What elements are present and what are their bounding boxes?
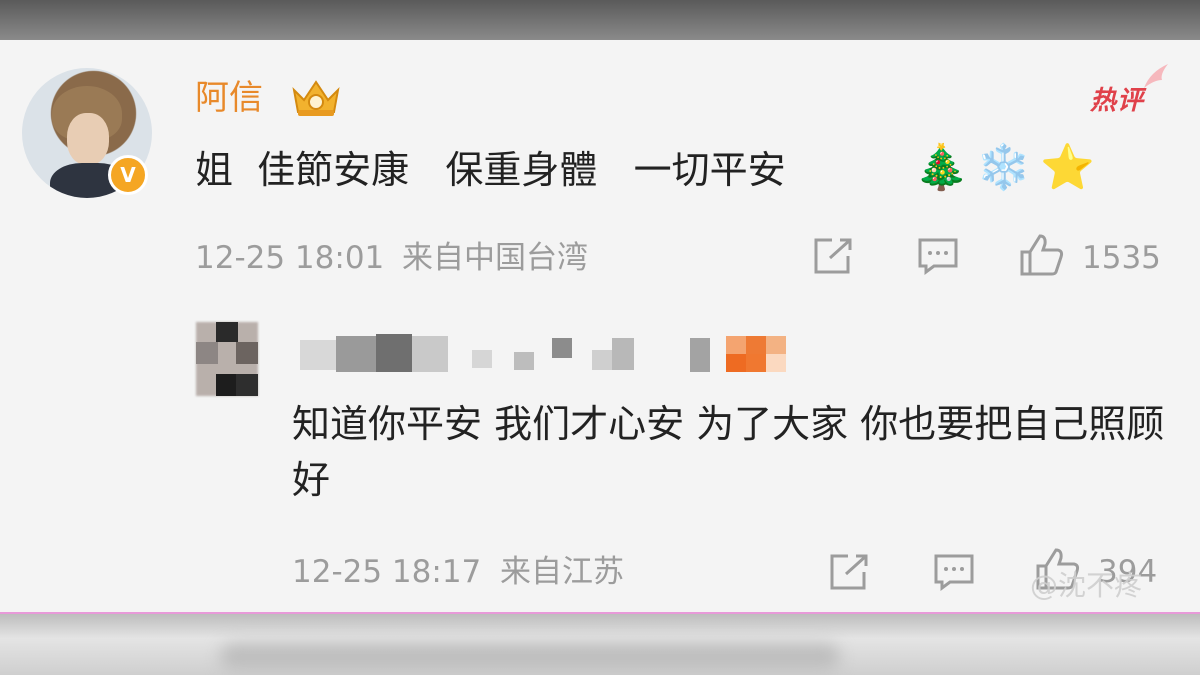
thumbs-up-icon[interactable] xyxy=(1018,232,1066,278)
reply-timestamp: 12-25 18:17 xyxy=(292,554,482,590)
comment-icon[interactable] xyxy=(916,236,960,276)
username[interactable]: 阿信 xyxy=(195,78,263,118)
hot-comment-badge: 热评 xyxy=(1090,86,1145,116)
reply-text: 知道你平安 我们才心安 为了大家 你也要把自己照顾好 xyxy=(292,402,1165,502)
comment-card xyxy=(0,40,1200,614)
bottom-blur-bar xyxy=(0,614,1200,675)
avatar-face xyxy=(67,113,109,165)
reply-location: 来自江苏 xyxy=(500,554,624,590)
reply-share-icon[interactable] xyxy=(828,552,872,592)
watermark: @沈不疼 xyxy=(1030,569,1143,602)
comment-text: 姐 佳節安康 保重身體 一切平安 xyxy=(195,148,786,192)
like-count: 1535 xyxy=(1082,240,1161,276)
blurred-text xyxy=(220,644,840,670)
comment-timestamp: 12-25 18:01 xyxy=(195,240,385,276)
christmas-tree-emoji: 🎄 xyxy=(914,142,969,193)
comment-location: 来自中国台湾 xyxy=(402,240,588,276)
crown-icon xyxy=(292,80,340,116)
share-icon[interactable] xyxy=(812,236,856,276)
star-emoji: ⭐ xyxy=(1040,142,1095,193)
verified-badge-icon: V xyxy=(108,155,148,195)
top-blur-bar xyxy=(0,0,1200,40)
snowflake-emoji: ❄️ xyxy=(976,142,1031,193)
reply-comment-icon[interactable] xyxy=(932,552,976,592)
hot-badge-wing-icon xyxy=(1144,64,1168,88)
